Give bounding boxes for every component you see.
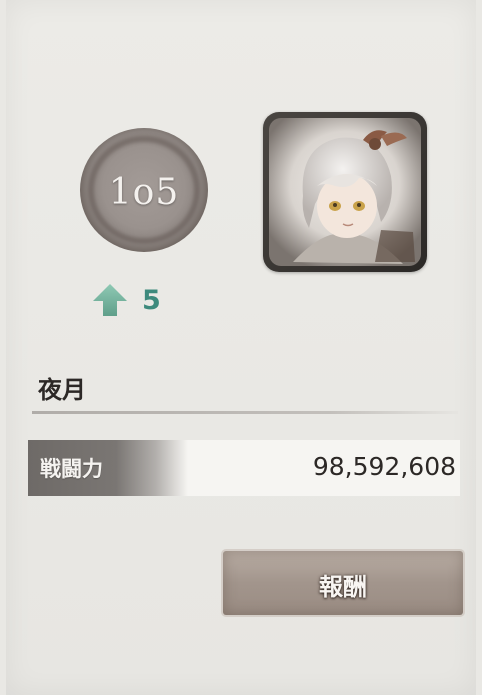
name-divider [32,411,458,414]
combat-power-value: 98,592,608 [312,452,456,481]
reward-button-label: 報酬 [319,573,367,601]
combat-power-row: 戦闘力 98,592,608 [28,440,460,496]
rank-badge: 1o5 [80,128,208,252]
up-arrow-icon [93,284,127,316]
rank-level: 1o5 [108,172,180,213]
rank-change: 5 [92,282,161,318]
combat-power-label: 戦闘力 [40,457,103,481]
reward-button[interactable]: 報酬 [223,551,463,615]
character-portrait[interactable] [263,112,427,272]
rank-change-value: 5 [142,284,161,316]
player-name: 夜月 [38,376,86,404]
character-portrait-image [269,118,421,266]
